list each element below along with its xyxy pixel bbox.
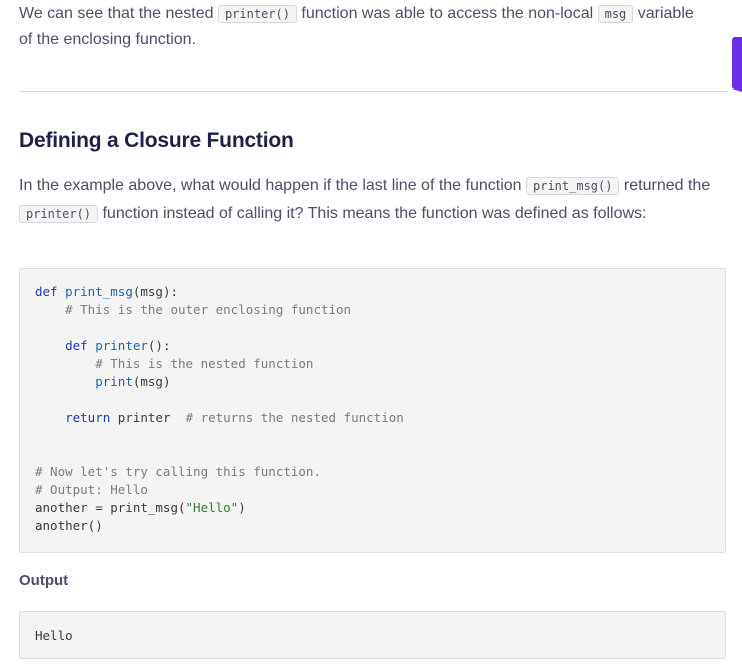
para-text-1: In the example above, what would happen … [19,177,526,194]
code-comment: # Output: Hello [35,482,148,497]
code-function-name: printer [95,338,148,353]
code-text: printer [110,410,186,425]
code-comment: # Now let's try calling this function. [35,464,321,479]
section-divider [19,91,728,92]
code-comment: # This is the nested function [95,356,314,371]
inline-code-msg: msg [597,5,634,23]
code-keyword: def [35,284,58,299]
code-keyword: return [65,410,111,425]
para-text-2: returned the [619,177,711,194]
accent-tab [732,37,742,92]
code-text: (): [147,338,171,353]
code-string: "Hello" [185,500,239,515]
section-paragraph: In the example above, what would happen … [19,172,724,228]
section-heading: Defining a Closure Function [19,129,294,152]
output-text[interactable]: Hello [35,627,73,645]
code-text: ) [238,500,246,515]
inline-code-print-msg: print_msg() [526,177,620,195]
output-block[interactable]: Hello [19,611,726,659]
code-text: another = print_msg( [35,500,186,515]
intro-text-2: function was able to access the non-loca… [296,5,598,22]
code-text: (msg): [132,284,178,299]
code-function-name: print_msg [65,284,133,299]
code-text: another() [35,518,103,533]
code-comment: # This is the outer enclosing function [65,302,352,317]
code-builtin: print [95,374,133,389]
intro-text-1: We can see that the nested [19,5,218,22]
code-keyword: def [65,338,88,353]
code-comment: # returns the nested function [185,410,404,425]
intro-paragraph: We can see that the nested printer() fun… [19,1,709,53]
inline-code-printer: printer() [217,5,297,23]
output-label: Output [19,572,69,589]
code-text: (msg) [132,374,171,389]
code-block[interactable]: def print_msg(msg): # This is the outer … [19,268,726,553]
para-text-3: function instead of calling it? This mea… [98,205,647,222]
code-content[interactable]: def print_msg(msg): # This is the outer … [35,283,404,535]
inline-code-printer-2: printer() [19,205,99,223]
